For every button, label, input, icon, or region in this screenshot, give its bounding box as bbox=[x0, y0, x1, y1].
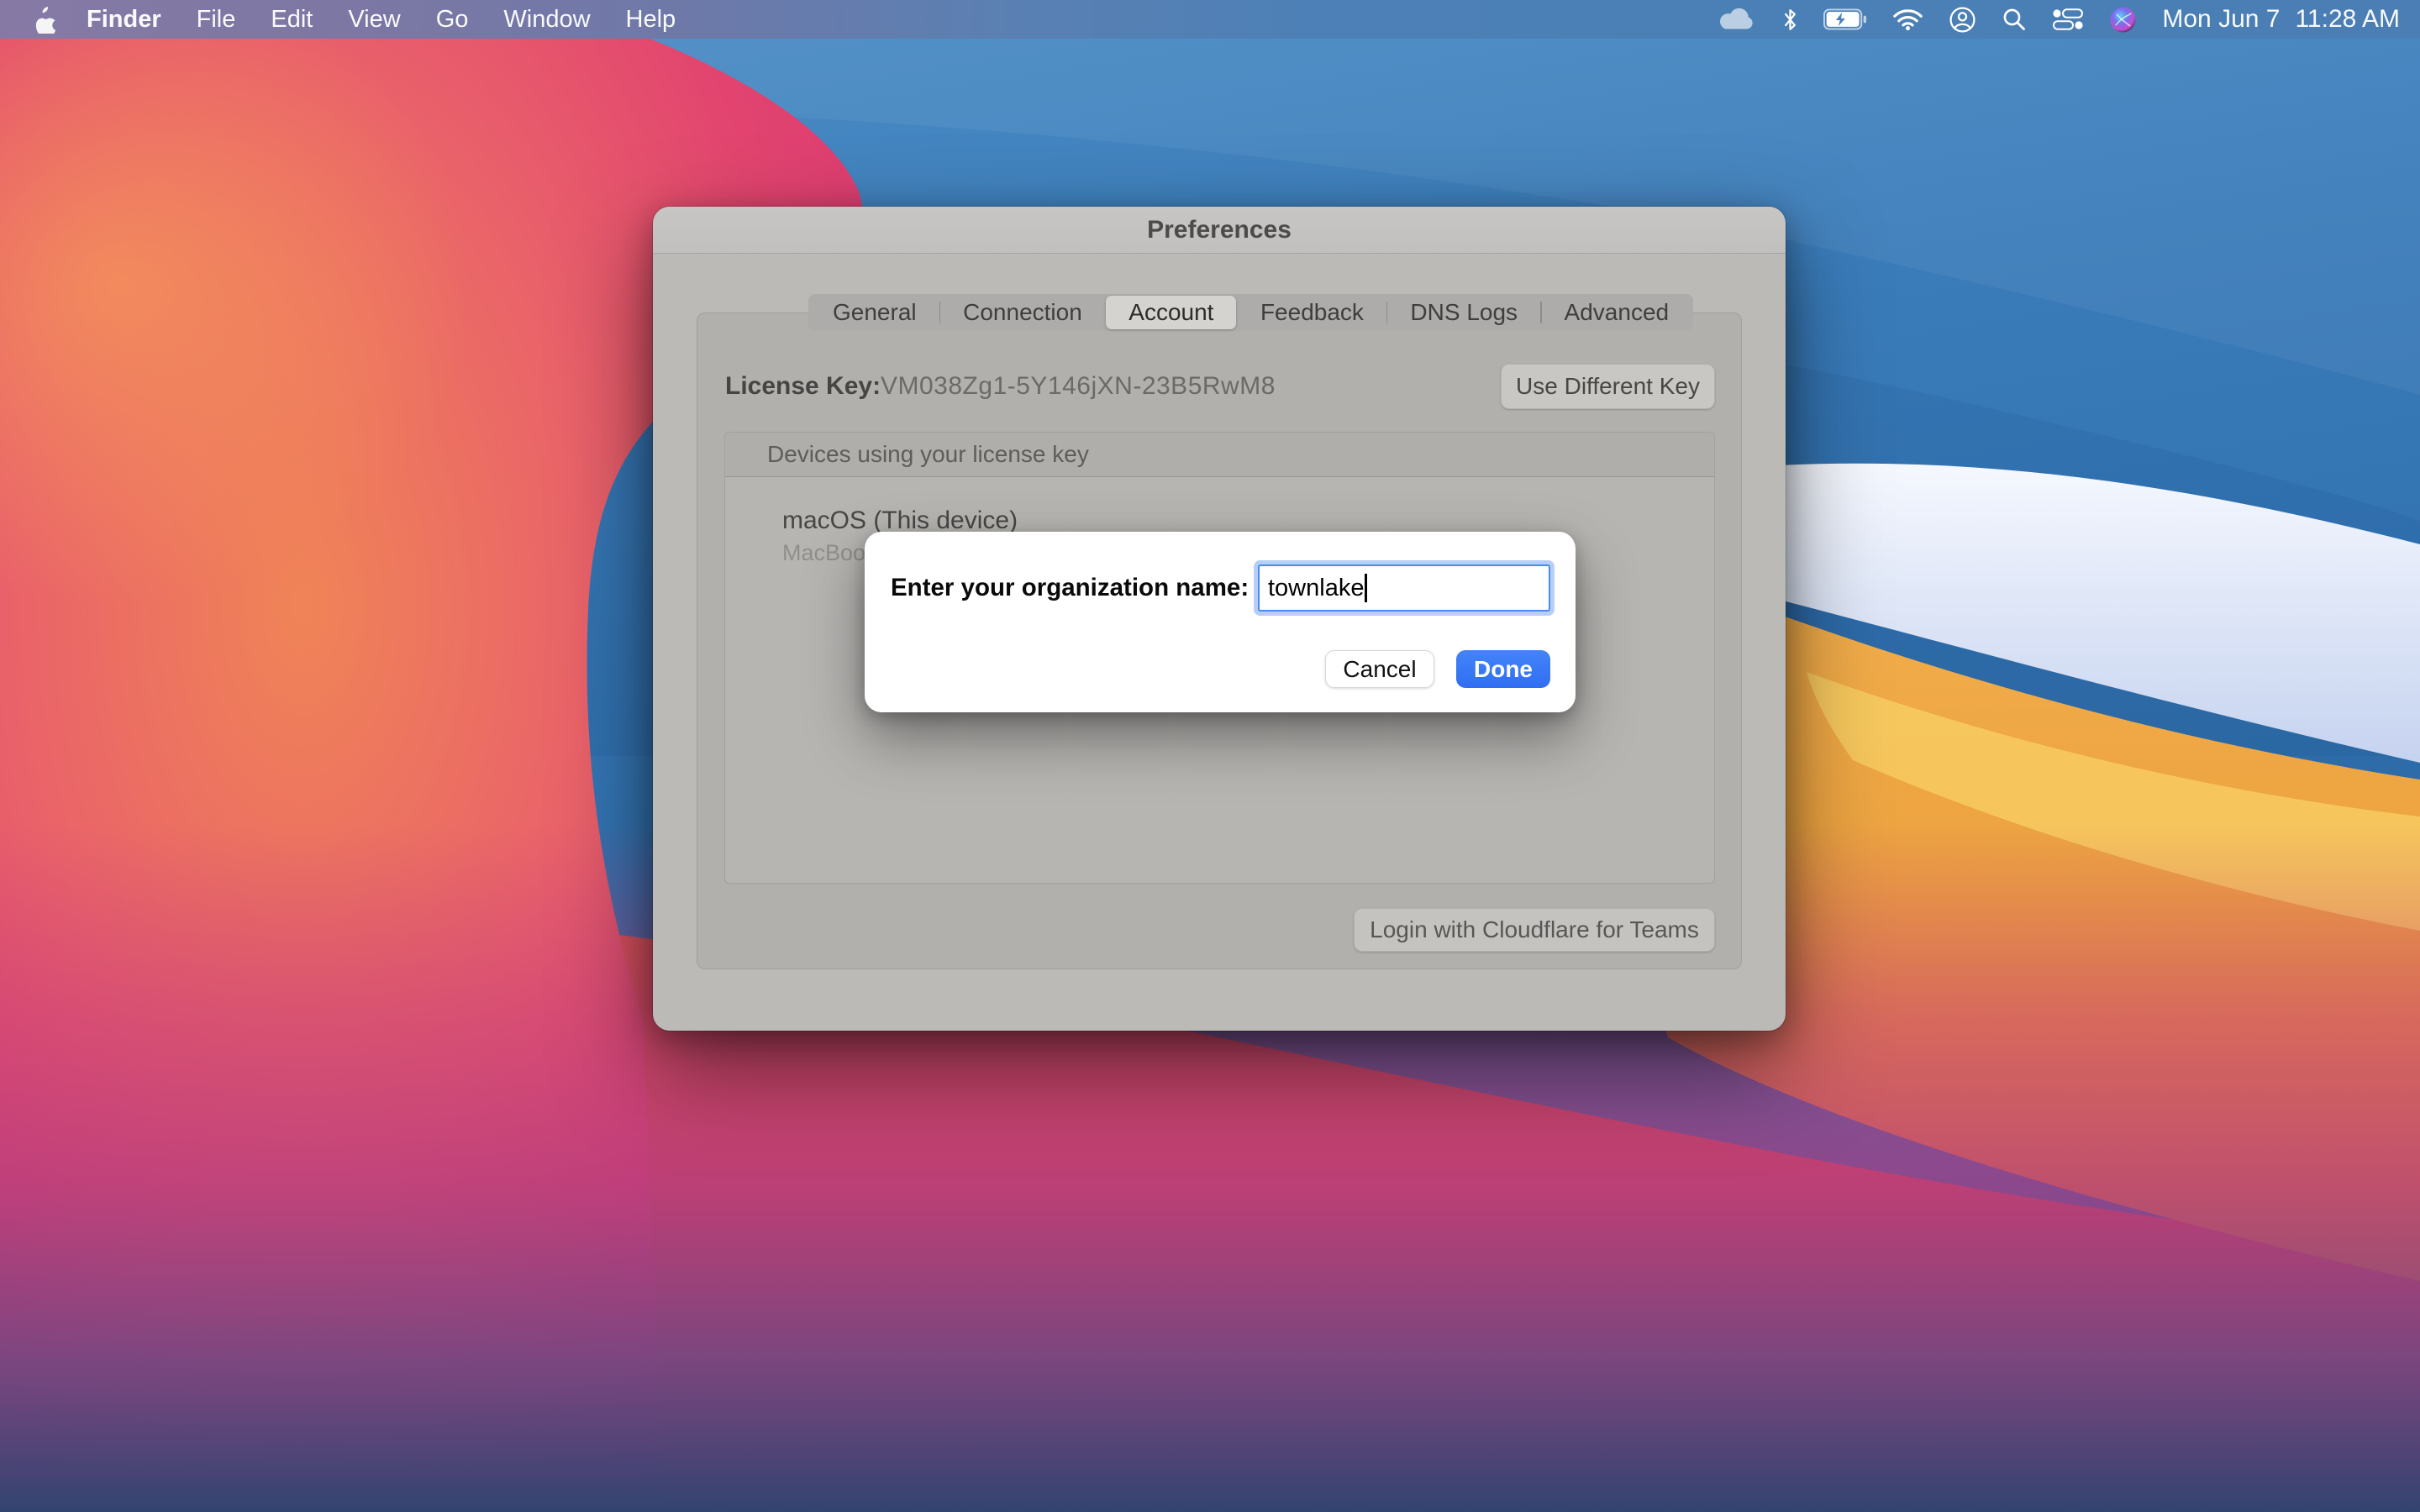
battery-charging-icon[interactable] bbox=[1823, 0, 1867, 39]
tab-feedback[interactable]: Feedback bbox=[1238, 294, 1386, 331]
organization-name-dialog: Enter your organization name: townlake C… bbox=[865, 532, 1576, 712]
desktop: Finder File Edit View Go Window Help bbox=[0, 0, 2420, 1512]
menu-item-go[interactable]: Go bbox=[418, 0, 487, 39]
tab-connection[interactable]: Connection bbox=[940, 294, 1105, 331]
window-title: Preferences bbox=[653, 216, 1786, 244]
menu-item-file[interactable]: File bbox=[179, 0, 254, 39]
control-center-icon[interactable] bbox=[2052, 0, 2084, 39]
menu-item-window[interactable]: Window bbox=[486, 0, 608, 39]
menu-bar-clock[interactable]: Mon Jun 7 11:28 AM bbox=[2162, 5, 2400, 34]
tab-general[interactable]: General bbox=[810, 294, 939, 331]
use-different-key-button[interactable]: Use Different Key bbox=[1501, 364, 1715, 409]
menu-item-finder[interactable]: Finder bbox=[69, 0, 179, 39]
apple-menu[interactable] bbox=[29, 5, 57, 34]
preferences-tab-bar: General Connection Account Feedback DNS … bbox=[808, 294, 1693, 331]
apple-logo-icon bbox=[29, 5, 57, 34]
tab-dns-logs[interactable]: DNS Logs bbox=[1387, 294, 1540, 331]
device-detail: MacBook bbox=[782, 540, 877, 566]
wifi-icon[interactable] bbox=[1892, 0, 1923, 39]
organization-name-value: townlake bbox=[1268, 575, 1364, 602]
text-caret bbox=[1365, 574, 1367, 602]
cloudflare-cloud-icon[interactable] bbox=[1715, 0, 1757, 39]
menu-item-view[interactable]: View bbox=[330, 0, 418, 39]
login-cloudflare-teams-button[interactable]: Login with Cloudflare for Teams bbox=[1354, 908, 1715, 952]
organization-prompt-label: Enter your organization name: bbox=[891, 564, 1249, 612]
license-key-value: VM038Zg1-5Y146jXN-23B5RwM8 bbox=[881, 364, 1276, 409]
account-icon[interactable] bbox=[1949, 0, 1976, 39]
done-button[interactable]: Done bbox=[1456, 650, 1550, 688]
tab-account[interactable]: Account bbox=[1106, 296, 1236, 329]
device-name: macOS (This device) bbox=[782, 507, 1018, 535]
license-key-label: License Key: bbox=[725, 364, 881, 409]
menu-item-edit[interactable]: Edit bbox=[253, 0, 330, 39]
window-titlebar[interactable]: Preferences bbox=[653, 207, 1786, 254]
devices-list-header: Devices using your license key bbox=[725, 433, 1714, 477]
menu-bar-status: Mon Jun 7 11:28 AM bbox=[1715, 0, 2420, 39]
menu-bar-left: Finder File Edit View Go Window Help bbox=[0, 0, 693, 39]
cancel-button[interactable]: Cancel bbox=[1325, 650, 1434, 688]
menu-item-help[interactable]: Help bbox=[608, 0, 694, 39]
menu-bar: Finder File Edit View Go Window Help bbox=[0, 0, 2420, 39]
bluetooth-icon[interactable] bbox=[1782, 0, 1798, 39]
menu-bar-date: Mon Jun 7 bbox=[2162, 5, 2280, 34]
spotlight-search-icon[interactable] bbox=[2002, 0, 2027, 39]
organization-name-input[interactable]: townlake bbox=[1258, 564, 1550, 612]
siri-icon[interactable] bbox=[2109, 0, 2137, 39]
menu-bar-time: 11:28 AM bbox=[2295, 5, 2400, 34]
tab-advanced[interactable]: Advanced bbox=[1542, 294, 1692, 331]
